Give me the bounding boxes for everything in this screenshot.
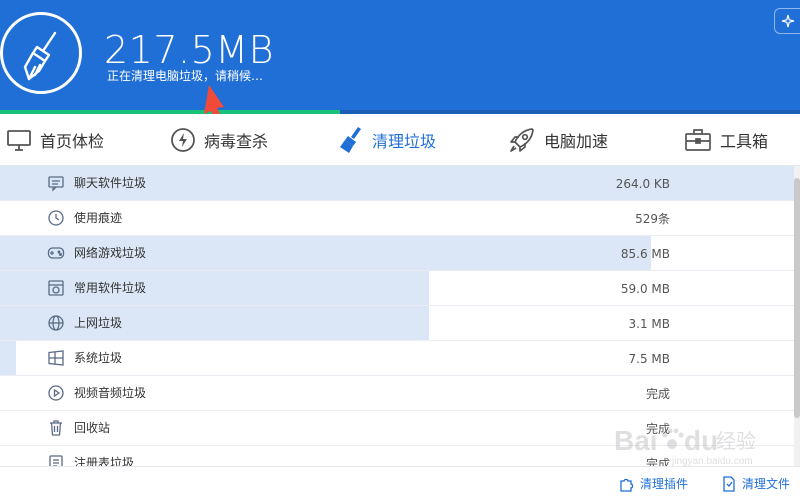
clean-files-button[interactable]: 清理文件 xyxy=(722,475,790,492)
item-name: 使用痕迹 xyxy=(74,211,123,225)
clean-files-label: 清理文件 xyxy=(742,477,791,491)
broom-icon xyxy=(338,126,364,154)
clock-icon xyxy=(47,209,65,227)
item-name: 注册表垃圾 xyxy=(74,456,135,466)
watermark-brand-2: du xyxy=(684,425,718,456)
header-banner: 217.5MB 正在清理电脑垃圾，请稍候… xyxy=(0,0,800,114)
item-value: 529条 xyxy=(635,212,670,226)
tab-home-checkup[interactable]: 首页体检 xyxy=(6,114,104,166)
tab-clean-junk[interactable]: 清理垃圾 xyxy=(338,114,436,166)
tab-toolbox-label: 工具箱 xyxy=(720,132,769,151)
tab-speedup-label: 电脑加速 xyxy=(544,132,609,151)
settings-button[interactable] xyxy=(774,8,800,34)
sparkle-icon xyxy=(781,14,795,28)
item-value: 完成 xyxy=(645,387,670,401)
trash-icon xyxy=(47,419,65,437)
item-value: 7.5 MB xyxy=(628,352,670,366)
paw-icon xyxy=(662,428,684,449)
item-name: 回收站 xyxy=(74,421,111,435)
list-scrollbar-thumb[interactable] xyxy=(794,178,800,418)
watermark-url: jingyan.baidu.com xyxy=(671,456,753,467)
rocket-icon xyxy=(508,126,536,154)
tab-clean-junk-label: 清理垃圾 xyxy=(372,132,437,151)
lightning-icon xyxy=(170,127,196,153)
item-name: 聊天软件垃圾 xyxy=(74,176,147,190)
gamepad-icon xyxy=(47,244,65,262)
software-icon xyxy=(47,279,65,297)
item-name: 网络游戏垃圾 xyxy=(74,246,147,260)
item-name: 上网垃圾 xyxy=(74,316,123,330)
list-item[interactable]: 系统垃圾 7.5 MB xyxy=(0,341,794,376)
item-name: 系统垃圾 xyxy=(74,351,123,365)
tab-virus-scan-label: 病毒查杀 xyxy=(204,132,269,151)
watermark-cn: 经验 xyxy=(716,429,756,453)
item-progress-bar xyxy=(0,341,16,375)
chat-icon xyxy=(47,174,65,192)
clean-plugins-label: 清理插件 xyxy=(640,477,689,491)
list-item[interactable]: 上网垃圾 3.1 MB xyxy=(0,306,794,341)
tab-virus-scan[interactable]: 病毒查杀 xyxy=(170,114,268,166)
item-value: 85.6 MB xyxy=(620,247,670,261)
junk-size-label: 217.5MB xyxy=(104,28,274,72)
tab-toolbox[interactable]: 工具箱 xyxy=(684,114,768,166)
cleanup-logo xyxy=(0,12,82,94)
play-icon xyxy=(47,384,65,402)
file-icon xyxy=(723,475,735,492)
list-item[interactable]: 网络游戏垃圾 85.6 MB xyxy=(0,236,794,271)
list-scrollbar[interactable] xyxy=(794,166,800,466)
puzzle-icon xyxy=(620,478,634,492)
list-item[interactable]: 视频音频垃圾 完成 xyxy=(0,376,794,411)
broom-icon xyxy=(23,31,57,81)
tab-home-checkup-label: 首页体检 xyxy=(40,132,105,151)
cleaning-status-text: 正在清理电脑垃圾，请稍候… xyxy=(107,69,264,83)
item-name: 常用软件垃圾 xyxy=(74,281,147,295)
list-item[interactable]: 常用软件垃圾 59.0 MB xyxy=(0,271,794,306)
app-window: 217.5MB 正在清理电脑垃圾，请稍候… 首页体检 病毒查杀 清理垃圾 电脑加… xyxy=(0,0,800,500)
globe-icon xyxy=(47,314,65,332)
watermark-brand: Bai xyxy=(614,425,658,456)
registry-icon xyxy=(47,454,65,466)
baidu-watermark: Bai du 经验 jingyan.baidu.com xyxy=(612,418,762,472)
tab-speedup[interactable]: 电脑加速 xyxy=(508,114,608,166)
item-value: 59.0 MB xyxy=(620,282,670,296)
item-value: 3.1 MB xyxy=(628,317,670,331)
windows-icon xyxy=(47,349,65,367)
item-name: 视频音频垃圾 xyxy=(74,386,147,400)
item-value: 264.0 KB xyxy=(615,177,670,191)
clean-plugins-button[interactable]: 清理插件 xyxy=(618,475,688,492)
monitor-icon xyxy=(6,128,32,152)
list-item[interactable]: 聊天软件垃圾 264.0 KB xyxy=(0,166,794,201)
toolbox-icon xyxy=(684,128,712,152)
list-item[interactable]: 使用痕迹 529条 xyxy=(0,201,794,236)
main-nav: 首页体检 病毒查杀 清理垃圾 电脑加速 工具箱 xyxy=(0,114,800,166)
